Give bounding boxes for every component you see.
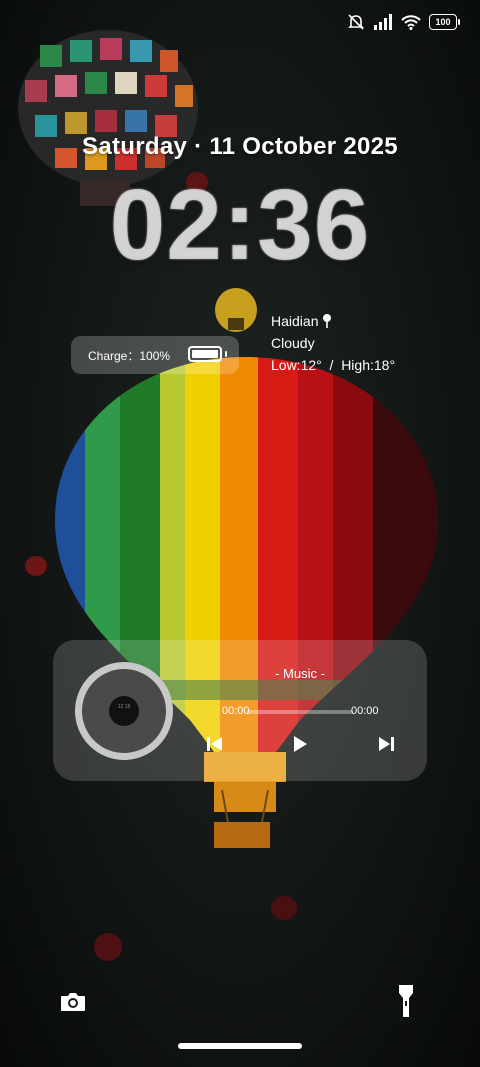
charge-label: Charge：100% <box>88 348 171 363</box>
wifi-icon <box>401 15 421 30</box>
status-bar: 100 <box>347 10 460 34</box>
music-duration: 00:00 <box>351 705 379 717</box>
charge-widget: Charge：100% <box>71 336 239 374</box>
disc-label: 12 18 <box>117 704 131 710</box>
music-title: - Music - <box>275 666 325 681</box>
charge-battery-icon <box>188 346 222 362</box>
weather-low-high: Low:12° / High:18° <box>271 357 396 373</box>
previous-track-button[interactable] <box>204 734 226 754</box>
weather-widget: Haidian Cloudy Low:12° / High:18° <box>271 310 395 376</box>
lockscreen-clock: 02:36 <box>109 169 371 281</box>
home-indicator[interactable] <box>178 1043 302 1049</box>
signal-icon <box>374 14 392 30</box>
play-button[interactable] <box>289 734 311 754</box>
weather-condition: Cloudy <box>271 335 315 351</box>
location-pin-icon <box>323 314 332 328</box>
music-player-card[interactable]: 12 18 - Music - 00:00 00:00 <box>53 640 427 781</box>
lockscreen-date: Saturday · 11 October 2025 <box>82 133 398 160</box>
battery-icon: 100 <box>429 14 460 30</box>
music-elapsed: 00:00 <box>222 705 250 717</box>
battery-level: 100 <box>429 14 457 30</box>
album-disc: 12 18 <box>75 662 173 760</box>
flashlight-icon[interactable] <box>398 984 414 1018</box>
camera-icon[interactable] <box>59 990 87 1014</box>
mute-icon <box>348 14 364 30</box>
weather-location: Haidian <box>271 313 319 329</box>
music-progress-bar[interactable] <box>247 710 353 714</box>
next-track-button[interactable] <box>375 734 397 754</box>
